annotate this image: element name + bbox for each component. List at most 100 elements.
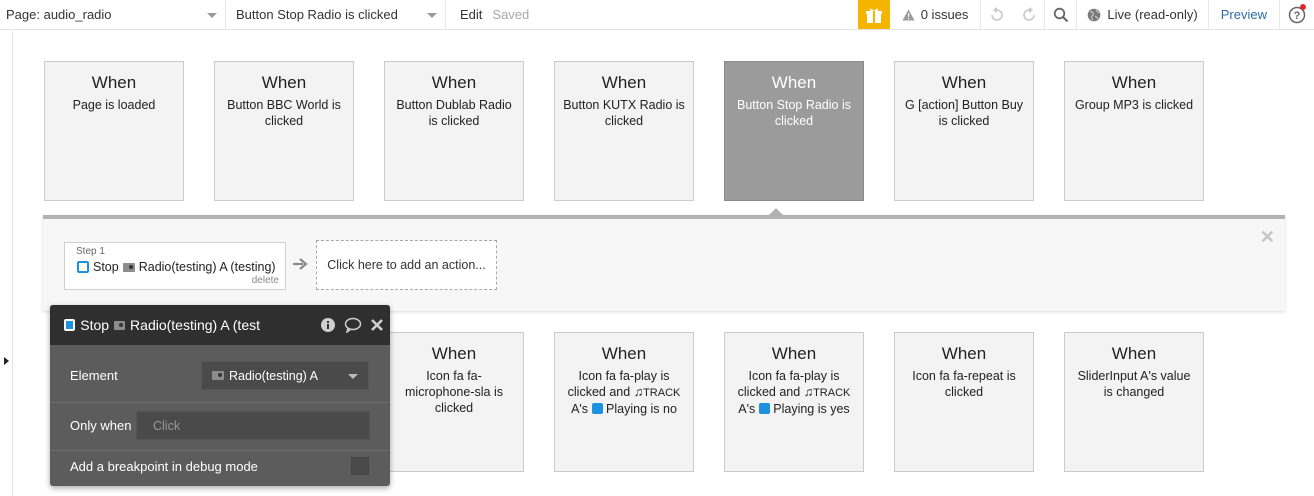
help-button[interactable]: ? (1280, 0, 1314, 29)
property-editor-title: Stop Radio(testing) A (test (64, 317, 260, 333)
event-card-selected[interactable]: When Button Stop Radio is clicked (724, 61, 864, 201)
comment-icon[interactable] (344, 317, 362, 333)
breakpoint-checkbox[interactable] (351, 457, 369, 475)
stop-action-icon (77, 261, 89, 273)
only-when-label: Only when (70, 418, 132, 433)
event-condition-line: A's (571, 402, 589, 416)
info-icon[interactable] (320, 317, 336, 333)
event-card[interactable]: When Button BBC World is clicked (214, 61, 354, 201)
element-value: Radio(testing) A (229, 368, 318, 383)
event-condition: Group MP3 is clicked (1074, 98, 1194, 112)
notification-dot (1300, 4, 1306, 10)
event-when: When (431, 344, 477, 363)
left-gutter (0, 31, 13, 496)
search-icon (1053, 7, 1069, 22)
undo-button[interactable] (981, 0, 1013, 29)
save-status: Saved (492, 7, 530, 22)
chevron-down-icon (207, 13, 217, 18)
event-card[interactable]: When Icon fa fa-repeat is clicked (894, 332, 1034, 472)
event-condition: Icon fa fa-play is clicked and ♫TRACK A'… (563, 368, 685, 417)
event-condition-line: Playing is no (606, 402, 677, 416)
action-step[interactable]: Step 1 Stop Radio(testing) A (testing) d… (64, 242, 286, 290)
element-dropdown[interactable]: Radio(testing) A (201, 361, 369, 390)
delete-link[interactable]: delete (252, 275, 279, 286)
breakpoint-label: Add a breakpoint in debug mode (70, 458, 258, 474)
top-bar: Page: audio_radio Button Stop Radio is c… (0, 0, 1314, 30)
only-when-input[interactable]: Click (136, 411, 370, 440)
event-card[interactable]: When Icon fa fa-microphone-sla is clicke… (384, 332, 524, 472)
event-condition: Button KUTX Radio is clicked (563, 98, 685, 128)
event-card[interactable]: When Page is loaded (44, 61, 184, 201)
workflow-editor: Page: audio_radio Button Stop Radio is c… (0, 0, 1314, 496)
play-icon (758, 403, 770, 414)
music-note-icon: ♫ (803, 385, 814, 399)
search-button[interactable] (1045, 0, 1078, 29)
globe-icon (1088, 8, 1101, 21)
event-when: When (261, 73, 307, 92)
event-select[interactable]: Button Stop Radio is clicked (226, 0, 446, 29)
stop-action-icon (64, 319, 76, 331)
divider (50, 450, 390, 451)
event-condition: SliderInput A's value is changed (1077, 369, 1191, 399)
event-when: When (941, 73, 987, 92)
radio-element-icon (212, 371, 224, 380)
event-when: When (431, 73, 477, 92)
event-when: When (601, 344, 647, 363)
redo-button[interactable] (1013, 0, 1046, 29)
event-condition: Button BBC World is clicked (227, 98, 341, 128)
title-action: Stop (80, 317, 110, 333)
step-target: Radio(testing) A (testing) (138, 260, 276, 274)
event-condition: Icon fa fa-microphone-sla is clicked (405, 369, 503, 415)
radio-element-icon (114, 320, 126, 330)
panel-pointer (769, 208, 783, 215)
redo-icon (1023, 6, 1035, 21)
close-icon[interactable]: ✕ (1260, 227, 1275, 248)
breakpoint-row: Add a breakpoint in debug mode (50, 457, 390, 475)
divider (50, 402, 390, 403)
gift-icon (865, 8, 882, 23)
event-when: When (91, 73, 137, 92)
event-when: When (1111, 73, 1157, 92)
event-condition: Button Dublab Radio is clicked (396, 98, 512, 128)
event-card[interactable]: When Icon fa fa-play is clicked and ♫TRA… (724, 332, 864, 472)
step-action: Stop (93, 260, 119, 274)
track-element: TRACK (813, 387, 851, 399)
music-note-icon: ♫ (633, 385, 644, 399)
event-condition: Page is loaded (72, 98, 156, 112)
page-select[interactable]: Page: audio_radio (0, 0, 226, 29)
chevron-down-icon (348, 374, 358, 379)
add-action-button[interactable]: Click here to add an action... (316, 240, 497, 290)
event-when: When (771, 73, 817, 92)
expand-arrow-icon[interactable] (4, 357, 9, 365)
event-condition: Icon fa fa-play is clicked and ♫TRACK A'… (733, 368, 855, 417)
event-card[interactable]: When G [action] Button Buy is clicked (894, 61, 1034, 201)
event-condition: G [action] Button Buy is clicked (904, 98, 1024, 128)
close-icon[interactable] (370, 318, 384, 332)
track-element: TRACK (643, 387, 681, 399)
undo-icon (991, 6, 1004, 21)
element-label: Element (70, 368, 118, 383)
event-card[interactable]: When Button Dublab Radio is clicked (384, 61, 524, 201)
version-select[interactable]: Live (read-only) (1077, 0, 1209, 29)
header-actions (320, 317, 384, 333)
title-target: Radio(testing) A (test (130, 317, 260, 333)
property-editor-header[interactable]: Stop Radio(testing) A (test (50, 305, 390, 345)
edit-menu[interactable]: Edit (446, 0, 492, 29)
gift-button[interactable] (857, 0, 890, 29)
only-when-row: Only when Click (50, 411, 390, 440)
preview-link[interactable]: Preview (1209, 0, 1280, 29)
arrow-right-icon (293, 258, 308, 270)
event-select-label: Button Stop Radio is clicked (236, 7, 398, 22)
event-when: When (771, 344, 817, 363)
issues-count: 0 issues (920, 7, 969, 22)
event-card[interactable]: When SliderInput A's value is changed (1064, 332, 1204, 472)
event-when: When (601, 73, 647, 92)
warning-icon (902, 9, 915, 20)
issues-button[interactable]: 0 issues (890, 0, 982, 29)
event-card[interactable]: When Group MP3 is clicked (1064, 61, 1204, 201)
event-when: When (1111, 344, 1157, 363)
event-condition: Icon fa fa-repeat is clicked (912, 369, 1016, 399)
event-card[interactable]: When Icon fa fa-play is clicked and ♫TRA… (554, 332, 694, 472)
event-card[interactable]: When Button KUTX Radio is clicked (554, 61, 694, 201)
